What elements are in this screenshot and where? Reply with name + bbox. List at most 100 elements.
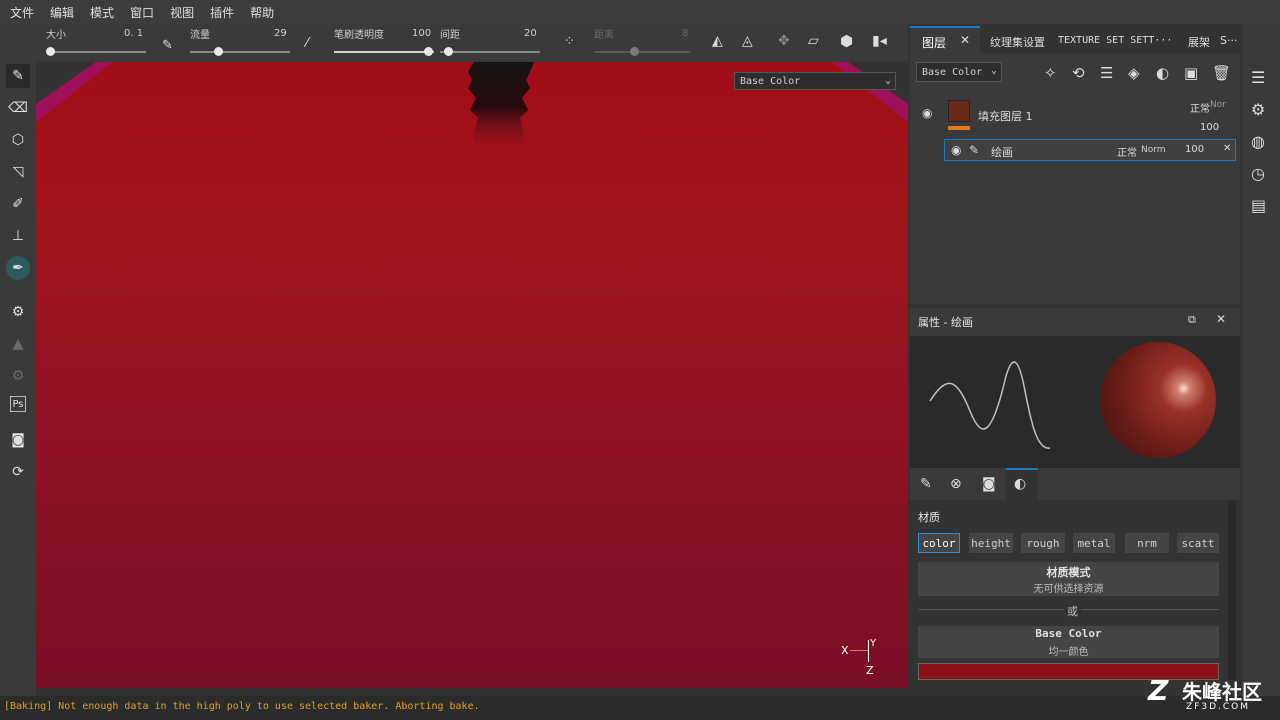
close-icon[interactable]: ✕ [1223,143,1231,154]
eraser-icon[interactable]: ⌫ [6,96,30,120]
base-color-button[interactable]: Base Color 均一颜色 [918,626,1219,658]
mirror-icon[interactable]: ◬ [742,33,753,49]
visibility-icon[interactable]: ◉ [951,143,961,157]
material-mode-button[interactable]: 材质模式 无可供选择资源 [918,562,1219,596]
symmetry-icon[interactable]: ◭ [712,33,723,49]
smudge-icon[interactable]: ✐ [6,192,30,216]
layers-channel-dropdown[interactable]: Base Color ⌄ [916,62,1002,82]
add-folder-icon[interactable]: ▣ [1184,64,1198,82]
size-slider[interactable] [48,51,146,53]
channel-height-button[interactable]: height [969,533,1013,553]
stencil-tab-icon[interactable]: ◙ [982,476,996,492]
maximize-icon[interactable]: ⧉ [1188,313,1196,327]
layer-opacity[interactable]: 100 [1185,144,1204,155]
add-layer-icon[interactable]: ☰ [1100,64,1113,82]
left-toolbar: ✎ ⌫ ⬡ ◹ ✐ ⊥ ✒ ⚙ ▲ ⚙ Ps ◙ ⟳ [0,24,36,696]
tab-texture-set-settings-en[interactable]: TEXTURE SET SETT··· [1058,35,1172,46]
projection-tool-icon[interactable]: ⬡ [6,128,30,152]
channel-rough-label: rough [1026,536,1060,550]
render-icon[interactable]: ◙ [6,428,30,452]
layer-blend-mode[interactable]: 正常 [1117,144,1137,159]
channel-metal-button[interactable]: metal [1073,533,1115,553]
flow-value[interactable]: 29 [274,28,287,39]
flow-slider[interactable] [190,51,290,53]
menu-edit[interactable]: 编辑 [44,4,80,21]
menu-window[interactable]: 窗口 [124,4,160,21]
brush-preview [910,336,1240,468]
flow-slider-knob[interactable] [214,47,223,56]
menu-plugins[interactable]: 插件 [204,4,240,21]
status-bar: [Baking] Not enough data in the high pol… [0,696,1280,720]
channel-scatt-button[interactable]: scatt [1177,533,1219,553]
size-slider-knob[interactable] [46,47,55,56]
settings-icon[interactable]: ⚙ [1251,100,1265,119]
distance-value: 8 [682,28,689,39]
bake-icon[interactable]: ⚙ [6,300,30,324]
add-fill-icon[interactable]: ⟲ [1072,64,1085,82]
tab-layers-label: 图层 [922,36,947,50]
layers-stack-icon[interactable]: ☰ [1251,68,1265,87]
align-icon[interactable]: ✥ [778,33,790,49]
brush-tab-icon[interactable]: ✎ [920,476,932,492]
add-fill-layer-icon[interactable]: ◈ [1128,64,1140,82]
visibility-icon[interactable]: ◉ [922,106,932,120]
distance-label: 距离 [594,30,614,41]
brush-icon[interactable]: ✎ [162,38,173,53]
menu-view[interactable]: 视图 [164,4,200,21]
tab-shelf[interactable]: 展架 [1188,34,1210,50]
menu-file[interactable]: 文件 [4,4,40,21]
color-picker-icon[interactable]: ✒ [6,256,30,280]
menu-mode[interactable]: 模式 [84,4,120,21]
tab-layers[interactable]: 图层 ✕ [910,26,980,54]
pen-pressure-icon[interactable]: ⁄ [306,36,308,51]
tab-texture-set-settings[interactable]: 纹理集设置 [990,34,1045,50]
3d-viewport[interactable]: Base Color ⌄ X Y Z [36,62,908,688]
size-value[interactable]: 0. 1 [124,28,143,39]
viewport-channel-dropdown[interactable]: Base Color ⌄ [734,72,896,90]
layer-opacity[interactable]: 100 [1200,122,1219,133]
paint-brush-icon[interactable]: ✎ [6,64,30,88]
material-sphere-preview [1100,342,1216,458]
object-view-icon[interactable]: ⬢ [840,32,853,50]
channel-nrm-button[interactable]: nrm [1125,533,1169,553]
sync-icon[interactable]: ⟳ [6,460,30,484]
channel-color-label: color [922,536,956,550]
layer-blend-mode[interactable]: 正常 [1190,100,1210,115]
opacity-slider-knob[interactable] [424,47,433,56]
alpha-tab-icon[interactable]: ⊗ [950,476,962,492]
delete-icon[interactable]: 🗑 [1212,64,1231,82]
material-tab[interactable]: ◐ [1006,468,1038,500]
lazy-mouse-icon[interactable]: ⁘ [564,34,575,49]
close-icon[interactable]: ✕ [960,33,970,47]
layer-name[interactable]: 填充图层 1 [978,108,1033,124]
add-effect-icon[interactable]: ✧ [1044,64,1057,82]
viewport-channel-value: Base Color [740,75,801,87]
layer-row-fill[interactable]: ◉ 填充图层 1 正常 Nor 100 [910,96,1240,138]
tab-more[interactable]: S··· [1220,34,1237,47]
globe-icon[interactable]: ◍ [1251,132,1265,151]
camera-icon[interactable]: ▮◂ [872,33,887,49]
close-icon[interactable]: ✕ [1216,312,1226,326]
spacing-value[interactable]: 20 [524,28,537,39]
photoshop-icon[interactable]: Ps [10,396,26,412]
layer-name[interactable]: 绘画 [991,144,1013,160]
channel-scatt-label: scatt [1181,536,1215,550]
opacity-value[interactable]: 100 [412,28,431,39]
properties-scrollbar[interactable] [1228,500,1236,680]
history-icon[interactable]: ◷ [1251,164,1265,183]
projection-icon[interactable]: ▱ [808,33,819,49]
spacing-slider-knob[interactable] [444,47,453,56]
add-mask-icon[interactable]: ◐ [1156,64,1169,82]
polygon-fill-icon[interactable]: ◹ [6,160,30,184]
clone-stamp-icon[interactable]: ⊥ [6,224,30,248]
spacing-slider[interactable] [440,51,540,53]
layer-blend-mode-en[interactable]: Norm [1141,145,1166,155]
menu-help[interactable]: 帮助 [244,4,280,21]
layer-blend-mode-en[interactable]: Nor [1210,100,1226,110]
material-mode-label: 材质模式 [1046,566,1091,579]
layer-row-paint[interactable]: ◉ ✎ 绘画 正常 Norm 100 ✕ [944,139,1236,161]
channel-color-button[interactable]: color [918,533,960,553]
opacity-slider[interactable] [334,51,434,53]
channel-rough-button[interactable]: rough [1021,533,1065,553]
log-icon[interactable]: ▤ [1251,196,1266,215]
